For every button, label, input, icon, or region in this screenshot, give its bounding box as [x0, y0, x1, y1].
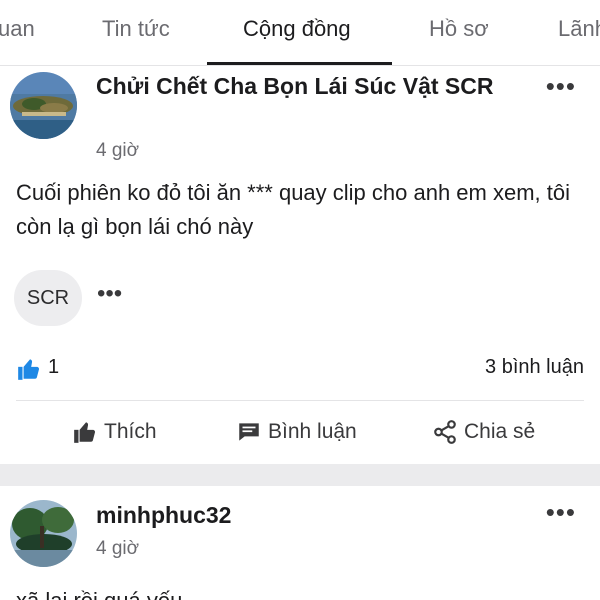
post-actions: Thích Bình luận Chia sẻ: [0, 414, 600, 450]
avatar[interactable]: [10, 72, 77, 139]
tab-partial-right[interactable]: Lãnh: [558, 14, 600, 44]
comment-icon: [239, 423, 259, 441]
comment-button-label: Bình luận: [268, 420, 357, 443]
thumbs-up-icon: [74, 422, 96, 443]
tab-profile[interactable]: Hồ sơ: [429, 14, 489, 44]
post-card: Chửi Chết Cha Bọn Lái Súc Vật SCR 4 giờ …: [0, 66, 600, 464]
post-time: 4 giờ: [96, 140, 140, 161]
divider: [16, 400, 584, 401]
community-page: uan Tin tức Cộng đồng Hồ sơ Lãnh Chửi Ch…: [0, 0, 600, 600]
post-content: Cuối phiên ko đỏ tôi ăn *** quay clip ch…: [16, 180, 570, 239]
post-separator: [0, 464, 600, 486]
post-stats: 1 3 bình luận: [0, 354, 600, 384]
share-button[interactable]: Chia sẻ: [432, 414, 535, 450]
more-icon[interactable]: •••: [546, 73, 576, 99]
active-tab-indicator: [207, 62, 392, 65]
like-count: 1: [48, 356, 60, 378]
share-button-label: Chia sẻ: [464, 420, 536, 443]
tab-community[interactable]: Cộng đồng: [243, 14, 351, 44]
post-time: 4 giờ: [96, 538, 140, 559]
comment-button[interactable]: Bình luận: [236, 414, 357, 450]
post-content: xã lại rồi quá yếu: [16, 584, 586, 600]
share-icon: [434, 420, 456, 444]
top-tab-bar: uan Tin tức Cộng đồng Hồ sơ Lãnh: [0, 0, 600, 66]
post-author[interactable]: Chửi Chết Cha Bọn Lái Súc Vật SCR: [96, 71, 516, 102]
like-button-label: Thích: [104, 420, 157, 443]
post-card: minhphuc32 4 giờ ••• xã lại rồi quá yếu: [0, 486, 600, 600]
thumbs-up-icon: [18, 359, 40, 380]
post-author[interactable]: minhphuc32: [96, 500, 231, 531]
stock-tag-chip[interactable]: SCR: [14, 270, 82, 326]
like-button[interactable]: Thích: [72, 414, 157, 450]
tag-more-icon[interactable]: •••: [97, 282, 122, 306]
tab-news[interactable]: Tin tức: [102, 14, 170, 44]
comment-count[interactable]: 3 bình luận: [485, 356, 584, 379]
avatar[interactable]: [10, 500, 77, 567]
more-icon[interactable]: •••: [546, 499, 576, 525]
tab-partial-left[interactable]: uan: [0, 14, 35, 44]
